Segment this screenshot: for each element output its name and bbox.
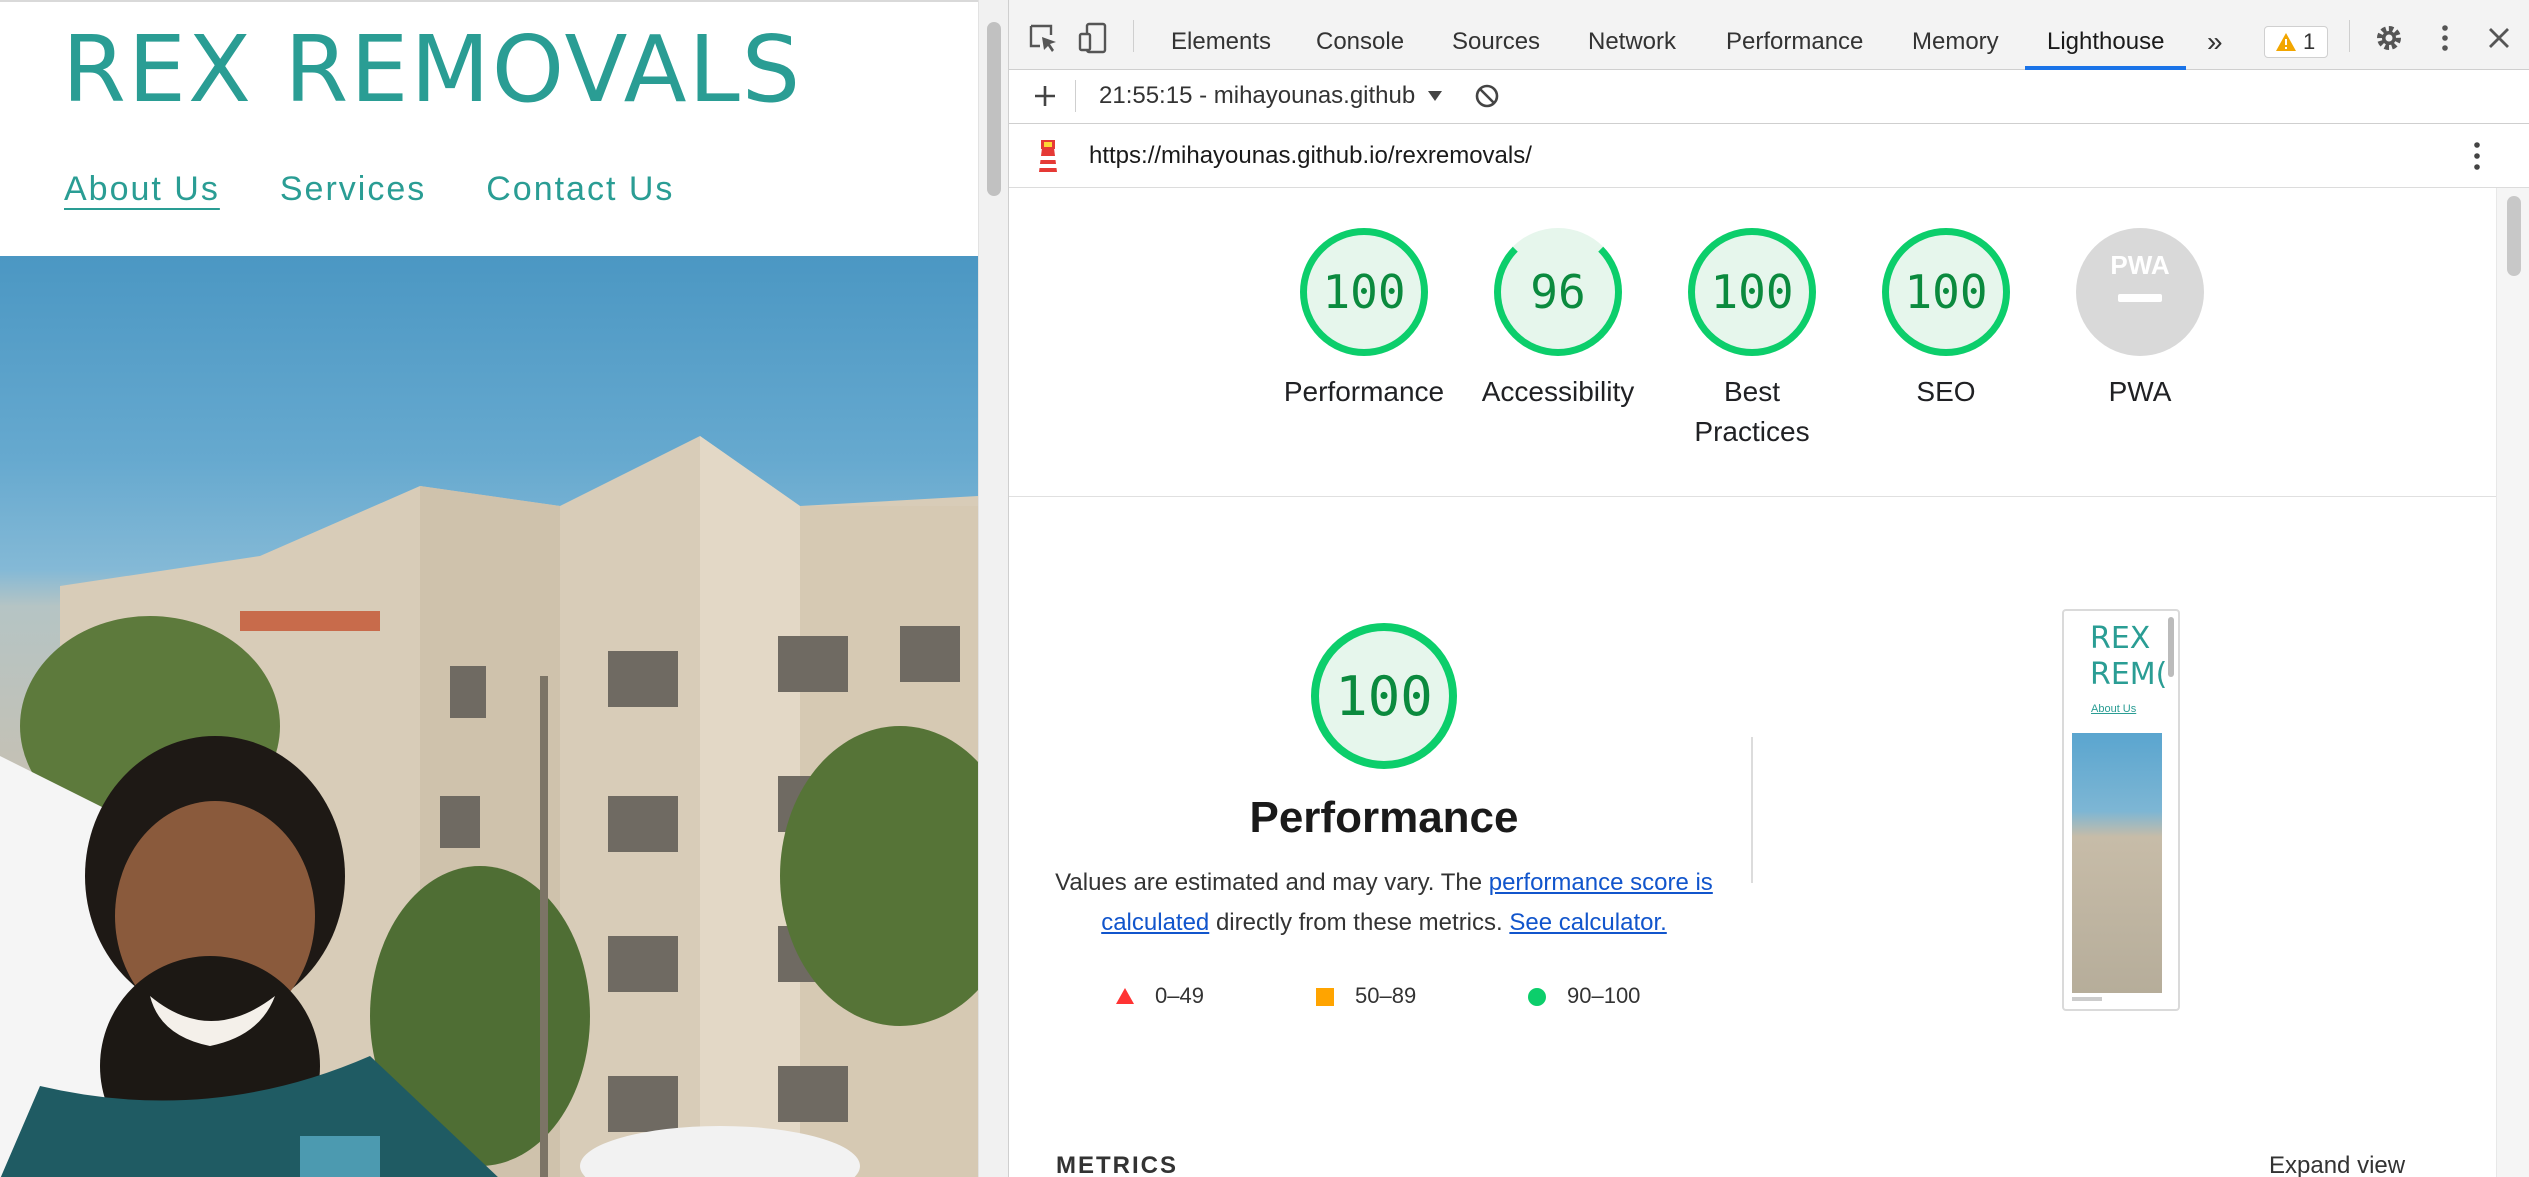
score-label: Best Practices <box>1694 376 1810 447</box>
tab-console[interactable]: Console <box>1316 0 1404 70</box>
thumbnail-footer-bar <box>2072 997 2102 1001</box>
warning-count: 1 <box>2303 29 2316 54</box>
more-options-icon[interactable] <box>2429 22 2461 54</box>
website-scrollbar[interactable] <box>978 0 1008 1177</box>
tab-lighthouse[interactable]: Lighthouse <box>2024 0 2187 70</box>
site-header: REX REMOVALS About Us Services Contact U… <box>0 2 978 256</box>
thumbnail-logo: REX REM( <box>2090 621 2167 693</box>
legend-fail: 0–49 <box>1115 983 1204 1009</box>
report-scroll-thumb[interactable] <box>2507 196 2521 276</box>
lighthouse-run-bar: 21:55:15 - mihayounas.github <box>1009 70 2529 124</box>
site-nav: About Us Services Contact Us <box>64 170 674 209</box>
report-dropdown-arrow-icon[interactable] <box>1427 90 1443 102</box>
more-tabs-button[interactable]: » <box>2207 0 2223 70</box>
performance-score: 100 <box>1335 664 1433 728</box>
nav-link-about-us[interactable]: About Us <box>64 170 220 209</box>
issues-badge[interactable]: 1 <box>2264 26 2328 58</box>
score-value: 100 <box>1710 265 1794 319</box>
legend-label: 0–49 <box>1155 983 1204 1008</box>
website-viewport: REX REMOVALS About Us Services Contact U… <box>0 0 978 1177</box>
metrics-heading: METRICS <box>1056 1152 1178 1177</box>
lighthouse-report: 100 Performance 96 Accessibility 100 Bes… <box>1009 188 2496 1177</box>
svg-text:PWA: PWA <box>2110 250 2169 280</box>
score-label: Accessibility <box>1481 376 1635 407</box>
score-value: 100 <box>1904 265 1988 319</box>
legend-label: 50–89 <box>1355 983 1417 1008</box>
score-gauge-best-practices[interactable]: 100 <box>1688 228 1816 356</box>
tab-performance[interactable]: Performance <box>1726 0 1863 70</box>
final-screenshot-thumbnail[interactable]: REX REM( About Us <box>2062 609 2180 1011</box>
score-label: SEO <box>1916 376 1976 407</box>
toolbar-separator <box>1133 20 1134 52</box>
report-menu-icon[interactable] <box>2469 140 2485 172</box>
tab-elements[interactable]: Elements <box>1171 0 1271 70</box>
report-selector[interactable]: 21:55:15 - mihayounas.github <box>1099 82 1415 110</box>
score-gauge-seo[interactable]: 100 <box>1882 228 2010 356</box>
close-devtools-icon[interactable] <box>2483 22 2515 54</box>
score-value: 100 <box>1322 265 1406 319</box>
nav-link-services[interactable]: Services <box>280 170 426 209</box>
performance-title: Performance <box>1249 793 1519 842</box>
settings-gear-icon[interactable] <box>2373 22 2405 54</box>
report-scrollbar[interactable] <box>2496 188 2529 1177</box>
vertical-divider <box>1751 737 1753 883</box>
lighthouse-logo-icon <box>1039 140 1058 172</box>
pwa-badge-icon: PWA <box>2110 250 2170 302</box>
tab-network[interactable]: Network <box>1588 0 1676 70</box>
report-url-bar: https://mihayounas.github.io/rexremovals… <box>1009 124 2529 188</box>
score-gauge-accessibility[interactable]: 96 <box>1494 228 1622 356</box>
performance-description: Values are estimated and may vary. The p… <box>1054 863 1714 943</box>
thumbnail-logo-line: REM( <box>2090 657 2168 692</box>
score-gauge-performance[interactable]: 100 <box>1300 228 1428 356</box>
legend-label: 90–100 <box>1567 983 1641 1008</box>
score-value: 96 <box>1530 265 1586 319</box>
tab-sources[interactable]: Sources <box>1452 0 1540 70</box>
report-url[interactable]: https://mihayounas.github.io/rexremovals… <box>1089 142 1532 170</box>
score-gauge-pwa[interactable]: PWA <box>2076 228 2204 356</box>
fail-triangle-icon <box>1116 988 1134 1004</box>
devtools-panel: Elements Console Sources Network Perform… <box>1008 0 2529 1177</box>
thumbnail-nav-link: About Us <box>2091 703 2137 715</box>
performance-big-gauge: 100 <box>1311 623 1457 769</box>
website-scroll-thumb[interactable] <box>987 22 1001 196</box>
desc-text: directly from these metrics. <box>1209 909 1510 936</box>
toolbar-separator <box>2349 20 2350 52</box>
nav-link-contact-us[interactable]: Contact Us <box>486 170 674 209</box>
hero-photo-illustration <box>0 436 978 1177</box>
hero-image <box>0 256 978 1177</box>
legend-average: 50–89 <box>1315 983 1416 1009</box>
inspect-element-icon[interactable] <box>1027 22 1059 54</box>
score-label: PWA <box>2108 376 2172 407</box>
legend-pass: 90–100 <box>1527 983 1640 1009</box>
runbar-separator <box>1075 80 1076 112</box>
device-toolbar-icon[interactable] <box>1077 22 1109 54</box>
pass-circle-icon <box>1528 988 1546 1006</box>
desc-text: Values are estimated and may vary. The <box>1055 869 1489 896</box>
devtools-tabbar: Elements Console Sources Network Perform… <box>1009 0 2529 70</box>
warning-icon <box>2276 33 2296 51</box>
new-report-plus-icon[interactable] <box>1031 82 1059 110</box>
tab-memory[interactable]: Memory <box>1912 0 1999 70</box>
thumbnail-hero-image <box>2072 733 2162 993</box>
average-square-icon <box>1316 988 1334 1006</box>
clear-reports-icon[interactable] <box>1473 82 1501 110</box>
site-logo[interactable]: REX REMOVALS <box>62 24 802 116</box>
see-calculator-link[interactable]: See calculator. <box>1509 909 1666 936</box>
expand-view-toggle[interactable]: Expand view <box>2269 1152 2405 1177</box>
thumbnail-scrollbar <box>2168 617 2174 677</box>
thumbnail-logo-line: REX <box>2090 621 2151 656</box>
section-divider <box>1009 496 2496 497</box>
score-label: Performance <box>1283 376 1445 407</box>
